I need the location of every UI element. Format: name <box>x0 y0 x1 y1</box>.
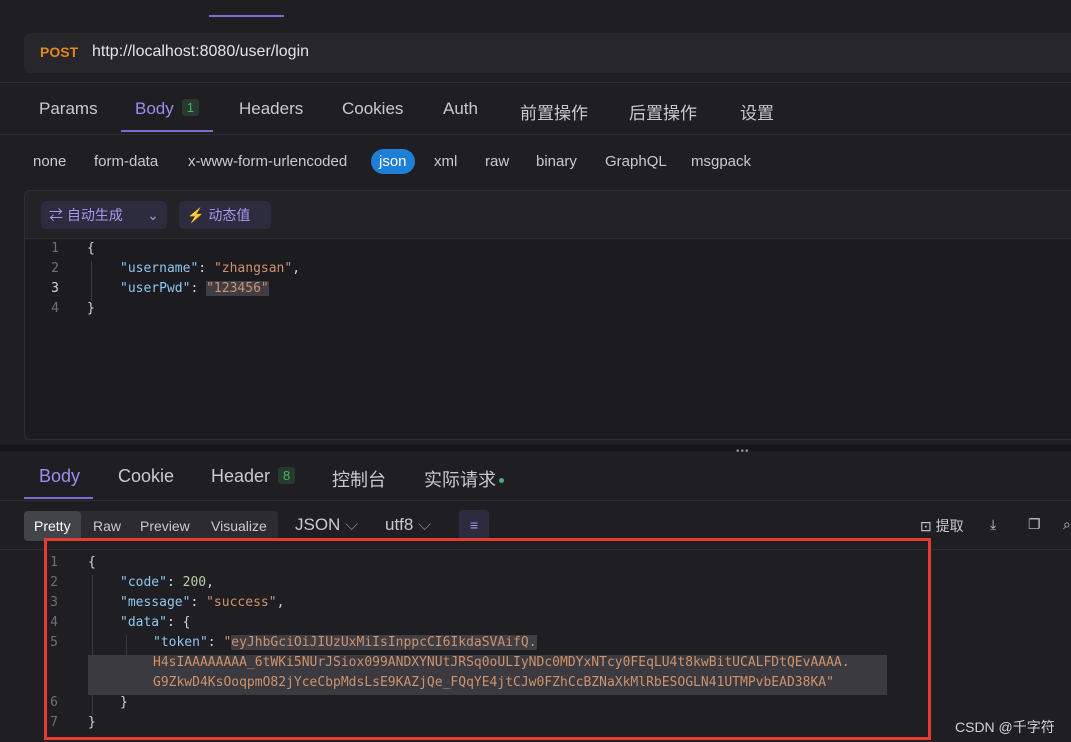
tab-settings[interactable]: 设置 <box>740 99 774 124</box>
chevron-down-icon: ⌄ <box>147 207 159 223</box>
status-dot <box>499 478 504 483</box>
body-type-urlencoded[interactable]: x-www-form-urlencoded <box>188 153 347 170</box>
response-tab-cookie[interactable]: Cookie <box>118 466 174 487</box>
panel-resize-handle[interactable] <box>0 445 1071 451</box>
encoding-select[interactable]: utf8 ⌵ <box>385 515 431 535</box>
active-top-tab-indicator <box>209 15 284 17</box>
body-type-none[interactable]: none <box>33 153 66 170</box>
body-type-binary[interactable]: binary <box>536 153 577 170</box>
code-line: "username": "zhangsan", <box>120 261 301 276</box>
chevron-down-icon: ⌵ <box>418 515 431 534</box>
body-type-xml[interactable]: xml <box>434 153 457 170</box>
editor-toolbar: ⇄ 自动生成 ⌄ ⚡ 动态值 <box>25 191 1071 239</box>
view-pretty[interactable]: Pretty <box>24 511 81 541</box>
request-body-editor[interactable]: ⇄ 自动生成 ⌄ ⚡ 动态值 1 2 3 4 { "username": "zh… <box>24 190 1071 440</box>
tab-pre-processors[interactable]: 前置操作 <box>520 99 588 124</box>
body-type-json[interactable]: json <box>371 149 415 174</box>
search-icon[interactable]: ⌕ <box>1063 516 1071 533</box>
divider <box>0 134 1071 135</box>
tab-post-processors[interactable]: 后置操作 <box>629 99 697 124</box>
swap-icon: ⇄ <box>49 207 63 223</box>
save-icon[interactable]: ⤓ <box>990 516 996 533</box>
tab-cookies[interactable]: Cookies <box>342 99 403 119</box>
divider <box>0 82 1071 83</box>
word-wrap-button[interactable]: ≡ <box>459 510 489 540</box>
view-visualize[interactable]: Visualize <box>201 511 277 541</box>
magic-wand-icon: ⚡ <box>187 207 205 223</box>
dynamic-value-button[interactable]: ⚡ 动态值 <box>179 201 271 229</box>
response-tab-header[interactable]: Header 8 <box>211 466 296 487</box>
auto-generate-dropdown[interactable]: ⌄ <box>139 201 167 229</box>
drag-dots-icon: ••• <box>736 446 750 457</box>
auto-generate-button[interactable]: ⇄ 自动生成 <box>41 201 145 229</box>
extract-icon: ⊡ <box>920 518 932 534</box>
code-line: "userPwd": "123456" <box>120 281 269 296</box>
body-type-form-data[interactable]: form-data <box>94 153 158 170</box>
active-response-tab-indicator <box>24 497 93 499</box>
indent-guide <box>91 261 92 301</box>
http-method[interactable]: POST <box>40 44 78 60</box>
extract-button[interactable]: ⊡ 提取 <box>920 516 964 536</box>
chevron-down-icon: ⌵ <box>345 515 358 534</box>
view-raw[interactable]: Raw <box>83 511 131 541</box>
tab-body[interactable]: Body 1 <box>135 99 199 119</box>
request-url[interactable]: http://localhost:8080/user/login <box>92 43 309 61</box>
watermark: CSDN @千字符 <box>955 719 1055 735</box>
tab-params[interactable]: Params <box>39 99 98 119</box>
divider <box>0 500 1071 501</box>
view-preview[interactable]: Preview <box>130 511 200 541</box>
header-count-badge: 8 <box>278 467 296 484</box>
tab-headers[interactable]: Headers <box>239 99 303 119</box>
body-count-badge: 1 <box>181 99 199 116</box>
response-tab-console[interactable]: 控制台 <box>332 466 386 492</box>
body-type-graphql[interactable]: GraphQL <box>605 153 667 170</box>
top-tab-strip <box>0 0 1071 18</box>
body-type-raw[interactable]: raw <box>485 153 509 170</box>
format-select[interactable]: JSON ⌵ <box>295 515 358 535</box>
response-tab-body[interactable]: Body <box>39 466 80 487</box>
copy-icon[interactable]: ❐ <box>1028 516 1041 533</box>
response-tab-actual-request[interactable]: 实际请求 <box>424 466 504 492</box>
highlight-annotation-box <box>44 538 931 740</box>
view-mode-group: Pretty Raw Preview Visualize <box>24 511 278 541</box>
body-type-msgpack[interactable]: msgpack <box>691 153 751 170</box>
active-tab-indicator <box>121 130 213 132</box>
tab-auth[interactable]: Auth <box>443 99 478 119</box>
request-url-bar[interactable]: POST http://localhost:8080/user/login <box>24 33 1071 73</box>
wrap-icon: ≡ <box>469 517 479 533</box>
